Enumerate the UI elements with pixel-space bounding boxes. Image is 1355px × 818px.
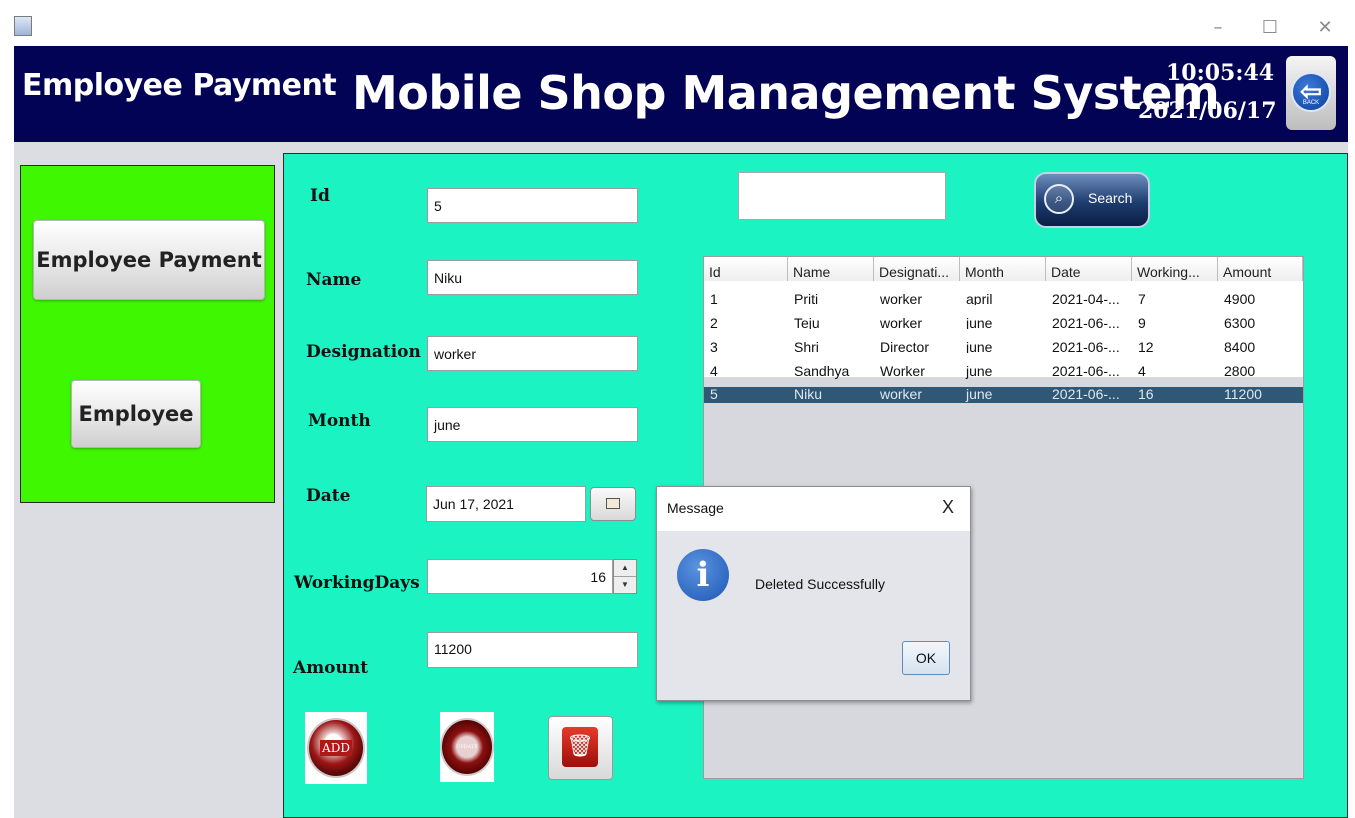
name-label: Name — [306, 270, 362, 290]
back-label: BACK — [1302, 100, 1320, 106]
page-title: Employee Payment — [22, 68, 337, 103]
amount-label: Amount — [293, 658, 369, 678]
table-cell: 11200 — [1224, 386, 1262, 402]
spinner-up-icon[interactable]: ▲ — [614, 560, 636, 577]
search-icon: ⌕ — [1044, 184, 1074, 214]
working-days-spinner[interactable]: ▲ ▼ — [613, 559, 637, 594]
ok-button[interactable]: OK — [902, 641, 950, 675]
designation-field[interactable]: worker — [427, 336, 638, 371]
designation-label: Designation — [306, 342, 421, 362]
nav-panel: Employee Payment Employee — [20, 165, 275, 503]
info-icon: i — [677, 549, 729, 601]
maximize-button[interactable]: ☐ — [1250, 8, 1290, 46]
working-days-field[interactable]: 16 — [427, 559, 613, 594]
window-titlebar — [8, 8, 1348, 46]
amount-field[interactable]: 11200 — [427, 632, 638, 668]
delete-button[interactable]: 🗑 — [548, 716, 613, 780]
table-row-selected[interactable]: 5 Niku worker june 2021-06-... 16 11200 — [704, 386, 1303, 403]
add-label: ADD — [320, 740, 352, 756]
dialog-close-button[interactable]: X — [942, 497, 954, 518]
name-field[interactable]: Niku — [427, 260, 638, 295]
table-cell: worker — [880, 386, 923, 402]
back-button[interactable]: ⇦ BACK — [1286, 56, 1336, 130]
employee-button[interactable]: Employee — [71, 380, 201, 448]
dialog-titlebar: Message X — [657, 487, 970, 531]
table-cell: 16 — [1138, 386, 1154, 402]
java-app-icon — [14, 16, 32, 36]
month-label: Month — [308, 411, 371, 431]
id-field[interactable]: 5 — [427, 188, 638, 223]
date-label: Date — [306, 486, 351, 506]
table-cell: 2021-06-... — [1052, 386, 1120, 402]
working-days-label: WorkingDays — [294, 573, 420, 593]
calendar-button[interactable] — [590, 487, 636, 521]
close-window-button[interactable]: ✕ — [1305, 8, 1345, 46]
table-cell: Niku — [794, 386, 823, 402]
search-button[interactable]: ⌕ Search — [1034, 172, 1150, 228]
search-input[interactable] — [738, 172, 946, 220]
employee-payment-button[interactable]: Employee Payment — [33, 220, 265, 300]
dialog-title: Message — [667, 500, 724, 516]
trash-icon: 🗑 — [562, 727, 598, 767]
app-title: Mobile Shop Management System — [352, 66, 1220, 120]
calendar-icon — [606, 498, 620, 509]
date-field[interactable]: Jun 17, 2021 — [426, 486, 586, 522]
table-body — [704, 287, 1303, 381]
message-dialog: Message X i Deleted Successfully OK — [656, 486, 971, 701]
clock-date: 2021/06/17 — [1138, 98, 1277, 124]
add-icon: ADD — [307, 718, 365, 778]
spinner-down-icon[interactable]: ▼ — [614, 577, 636, 593]
month-field[interactable]: june — [427, 407, 638, 442]
dialog-message: Deleted Successfully — [755, 576, 885, 592]
minimize-button[interactable]: – — [1198, 8, 1238, 46]
arrow-left-icon: ⇦ — [1291, 72, 1331, 112]
app-header: Employee Payment Mobile Shop Management … — [14, 46, 1348, 142]
table-cell: 5 — [710, 386, 718, 402]
update-button[interactable]: UPDATE — [440, 712, 494, 782]
search-button-label: Search — [1088, 190, 1133, 206]
update-label: UPDATE — [456, 744, 478, 750]
update-icon: UPDATE — [440, 718, 494, 776]
clock-time: 10:05:44 — [1166, 60, 1275, 86]
add-button[interactable]: ADD — [305, 712, 367, 784]
table-cell: june — [966, 386, 993, 402]
id-label: Id — [310, 186, 330, 206]
